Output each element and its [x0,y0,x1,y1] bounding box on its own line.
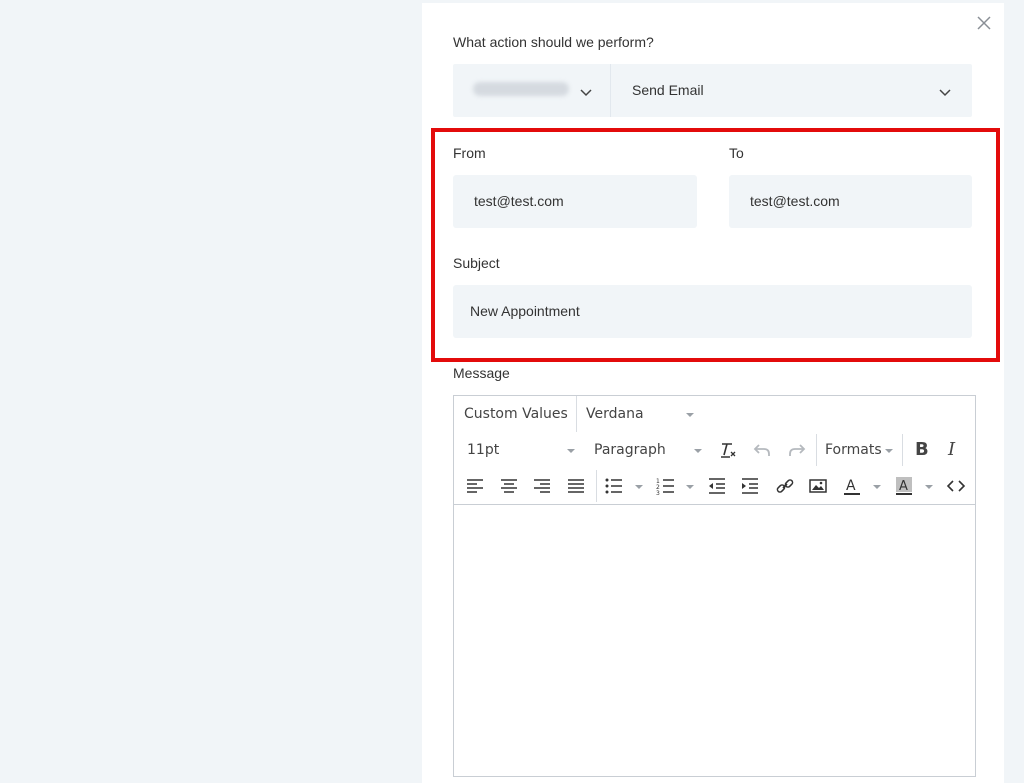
svg-text:3: 3 [656,490,660,496]
text-color-icon[interactable]: A [842,476,862,496]
blurred-app-name [473,82,569,96]
image-icon[interactable] [808,476,828,496]
align-center-icon[interactable] [499,476,519,496]
toolbar-separator [816,434,817,466]
text-color-caret[interactable] [873,485,881,489]
background-color-icon[interactable]: A [894,476,914,496]
action-value: Send Email [632,82,704,98]
message-label: Message [453,365,510,381]
message-editor: Custom Values Verdana 11pt Paragraph For… [453,395,976,777]
link-icon[interactable] [775,476,795,496]
app-select[interactable] [453,64,611,117]
formats-caret [885,449,893,453]
close-button[interactable] [974,13,994,33]
indent-icon[interactable] [740,476,760,496]
outdent-icon[interactable] [707,476,727,496]
font-size-select[interactable]: 11pt [467,442,499,458]
message-content-area[interactable] [454,504,975,777]
bullet-list-caret[interactable] [635,485,643,489]
align-justify-icon[interactable] [566,476,586,496]
action-select[interactable]: Send Email [453,64,972,117]
highlight-box [431,128,1000,362]
block-format-select[interactable]: Paragraph [594,442,666,458]
undo-icon[interactable] [753,440,773,460]
formats-select[interactable]: Formats [825,442,882,458]
redo-icon[interactable] [786,440,806,460]
svg-text:A: A [899,479,908,494]
action-question-label: What action should we perform? [453,34,654,50]
align-left-icon[interactable] [465,476,485,496]
chevron-down-icon [580,89,592,97]
toolbar-row-3: 1 2 3 A A [454,468,975,504]
font-size-caret [567,449,575,453]
font-family-select[interactable]: Verdana [586,406,644,422]
close-icon [977,16,991,30]
align-right-icon[interactable] [532,476,552,496]
custom-values-button[interactable]: Custom Values [464,406,568,422]
toolbar-row-2: 11pt Paragraph Formats B I [454,432,975,468]
font-family-caret [686,413,694,417]
clear-format-icon[interactable] [718,440,738,460]
svg-text:A: A [846,478,856,494]
bullet-list-icon[interactable] [604,476,624,496]
background-color-caret[interactable] [925,485,933,489]
chevron-down-icon [939,89,951,97]
toolbar-row-1: Custom Values Verdana [454,396,975,432]
italic-button[interactable]: I [948,439,955,460]
block-format-caret [694,449,702,453]
numbered-list-caret[interactable] [686,485,694,489]
bold-button[interactable]: B [915,439,929,460]
source-code-icon[interactable] [946,476,966,496]
toolbar-separator [576,396,577,432]
numbered-list-icon[interactable]: 1 2 3 [656,476,676,496]
toolbar-separator [902,434,903,466]
toolbar-separator [596,470,597,502]
